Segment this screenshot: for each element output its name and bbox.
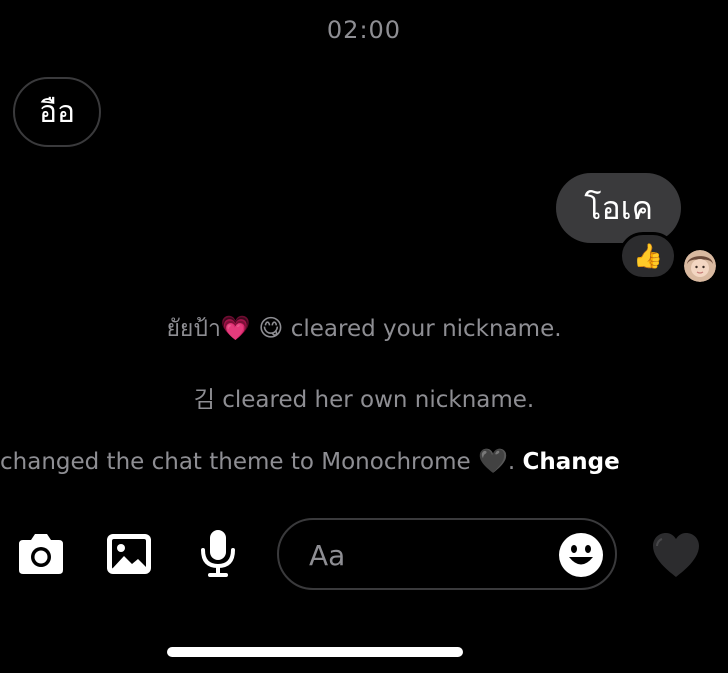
avatar-image [684,250,716,282]
system-message-own-nickname-cleared: 김 cleared her own nickname. [0,380,728,414]
incoming-message-text: อือ [39,94,76,130]
smiley-icon [559,533,603,577]
outgoing-message-text: โอเค [584,188,653,227]
microphone-button[interactable] [196,526,240,582]
home-indicator[interactable] [167,647,463,657]
system-message-text: 김 cleared her own nickname. [193,387,535,413]
outgoing-message-bubble[interactable]: โอเค [556,173,681,243]
gallery-button[interactable] [104,530,154,578]
system-message-text: cleared your nickname. [290,316,562,342]
message-timestamp: 02:00 [326,16,402,44]
message-reaction[interactable]: 👍 [619,232,677,280]
system-message-text: changed the chat theme to Monochrome [0,449,471,475]
black-heart-icon: 🖤 [477,447,508,475]
camera-icon [19,534,63,574]
incoming-message-bubble[interactable]: อือ [13,77,102,147]
heart-emoji-icon: 💗 😋 [220,314,284,342]
image-icon [107,534,151,574]
system-message-nickname-cleared: ยัยป้า💗 😋 cleared your nickname. [0,311,728,347]
avatar[interactable] [684,250,716,282]
change-theme-link[interactable]: Change [522,449,619,475]
microphone-icon [201,530,235,577]
like-button[interactable] [648,528,704,582]
emoji-button[interactable] [557,531,605,579]
system-message-separator: . [507,449,516,475]
message-input[interactable] [307,534,541,576]
system-message-username: ยัยป้า [166,316,221,342]
message-composer[interactable] [277,518,617,590]
camera-button[interactable] [14,530,68,578]
system-message-theme-changed: changed the chat theme to Monochrome 🖤. … [0,447,728,475]
black-heart-icon [653,533,699,577]
thumbs-up-icon: 👍 [633,242,663,270]
